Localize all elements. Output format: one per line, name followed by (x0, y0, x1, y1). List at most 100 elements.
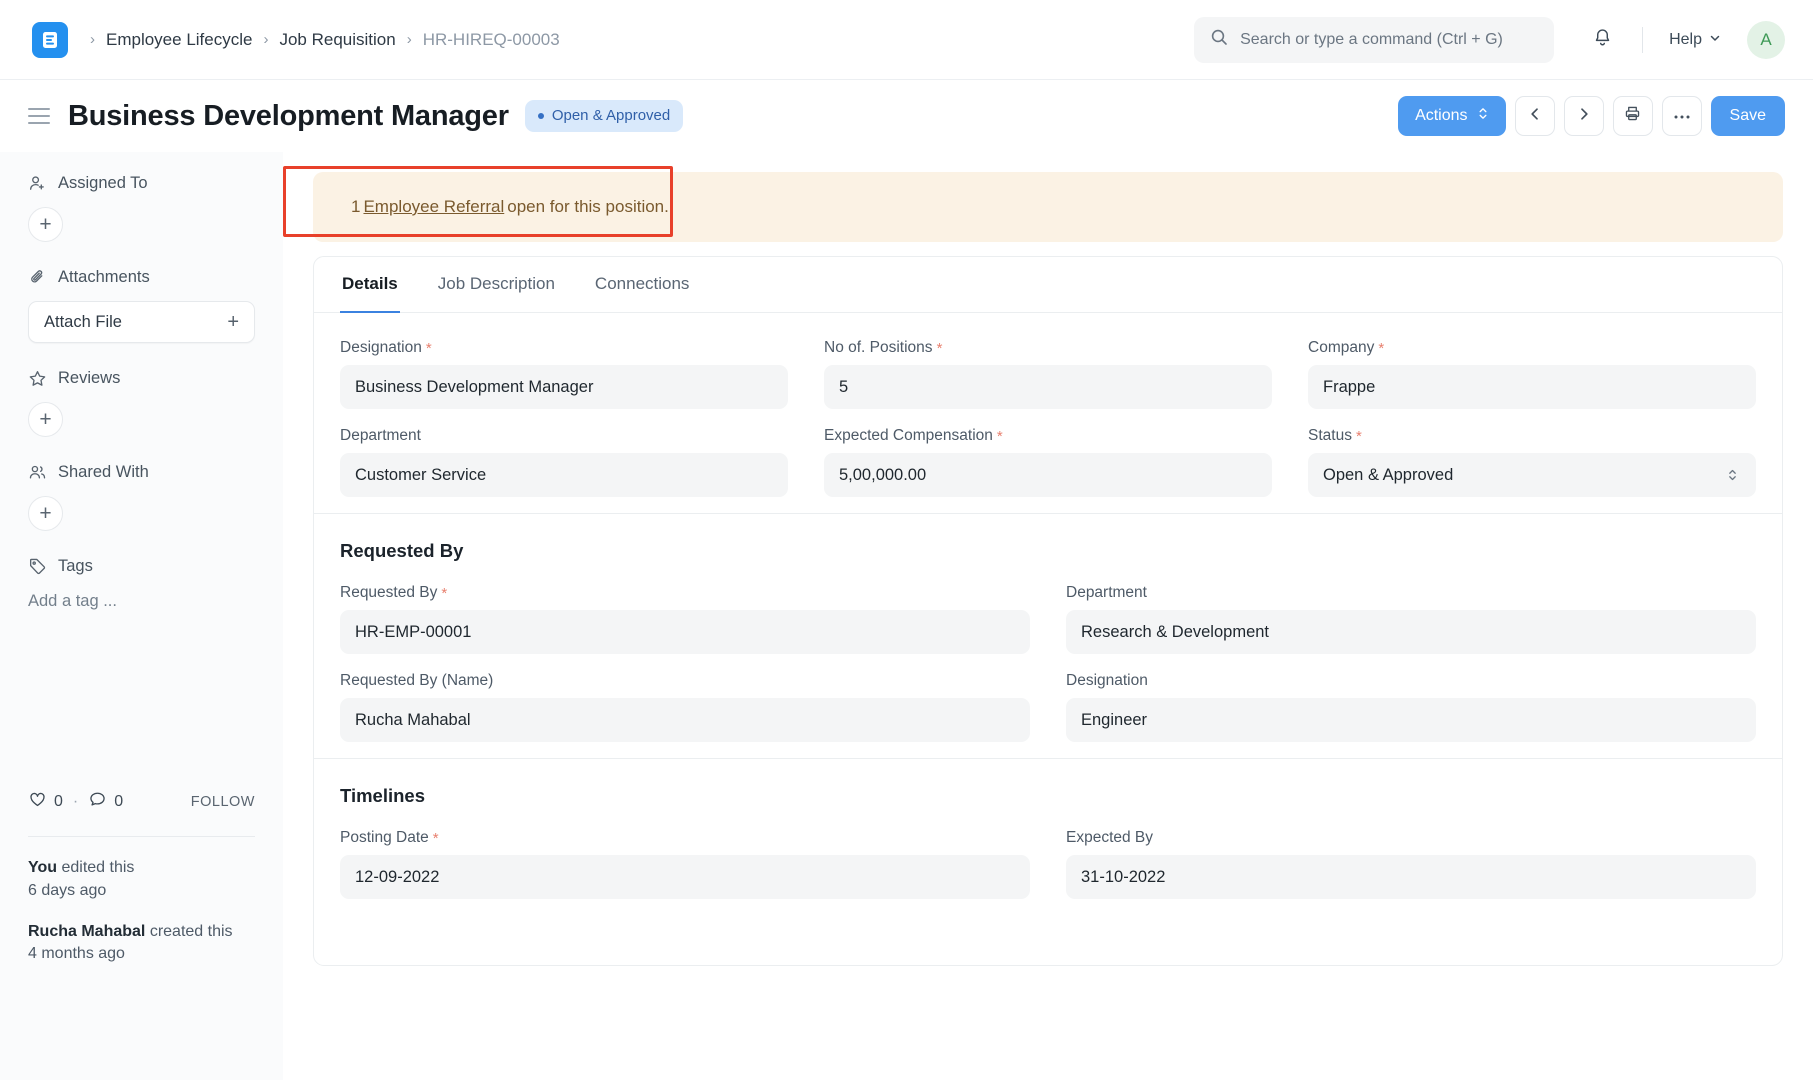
company-input[interactable]: Frappe (1308, 365, 1756, 409)
frappe-logo-icon[interactable] (32, 22, 68, 58)
form-tabs: Details Job Description Connections (314, 257, 1782, 313)
heart-icon[interactable] (28, 790, 47, 814)
plus-icon: + (227, 311, 239, 334)
alert-suffix: open for this position. (507, 197, 669, 217)
label-text: Designation (340, 339, 422, 357)
field-label: Expected By (1066, 829, 1756, 847)
details-grid: Designation * Business Development Manag… (340, 339, 1756, 497)
sidebar-toggle-icon[interactable] (28, 105, 54, 127)
timelines-grid: Posting Date * 12-09-2022 Expected By 31… (340, 829, 1756, 899)
sidebar-section-assigned-to: Assigned To + (28, 174, 255, 242)
avatar[interactable]: A (1747, 21, 1785, 59)
field-label: Expected Compensation * (824, 427, 1272, 445)
print-button[interactable] (1613, 96, 1653, 136)
help-dropdown[interactable]: Help (1661, 25, 1729, 55)
previous-document-button[interactable] (1515, 96, 1555, 136)
form-card: Details Job Description Connections Desi… (313, 256, 1783, 966)
engagement-separator: · (73, 793, 78, 811)
required-asterisk: * (426, 340, 432, 357)
expected-compensation-input[interactable]: 5,00,000.00 (824, 453, 1272, 497)
posting-date-input[interactable]: 12-09-2022 (340, 855, 1030, 899)
requested-by-department-input[interactable]: Research & Development (1066, 610, 1756, 654)
field-expected-compensation: Expected Compensation * 5,00,000.00 (824, 427, 1272, 497)
label-text: Expected By (1066, 829, 1153, 847)
expected-by-input[interactable]: 31-10-2022 (1066, 855, 1756, 899)
referral-alert: 1 Employee Referral open for this positi… (313, 172, 1783, 242)
navbar-divider (1642, 27, 1643, 53)
chevron-down-icon (1709, 31, 1721, 49)
required-asterisk: * (937, 340, 943, 357)
notifications-button[interactable] (1580, 18, 1624, 62)
tab-job-description[interactable]: Job Description (436, 257, 557, 313)
more-options-button[interactable] (1662, 96, 1702, 136)
sidebar-section-tags: Tags Add a tag ... (28, 557, 255, 611)
save-button[interactable]: Save (1711, 96, 1785, 136)
alert-count: 1 (351, 197, 360, 217)
field-label: Status * (1308, 427, 1756, 445)
breadcrumb-separator: › (407, 31, 412, 48)
add-assignment-button[interactable]: + (28, 207, 63, 242)
tab-details[interactable]: Details (340, 257, 400, 313)
sidebar: Assigned To + Attachments Attach File + (0, 152, 283, 1080)
tab-connections[interactable]: Connections (593, 257, 692, 313)
add-tag-input[interactable]: Add a tag ... (28, 590, 255, 611)
details-section: Designation * Business Development Manag… (314, 313, 1782, 513)
user-plus-icon (28, 174, 47, 193)
follow-button[interactable]: FOLLOW (191, 794, 255, 810)
label-text: Department (340, 427, 421, 445)
field-label: Department (340, 427, 788, 445)
comment-icon[interactable] (88, 790, 107, 814)
label-text: Designation (1066, 672, 1148, 690)
printer-icon (1624, 105, 1641, 127)
breadcrumb-current: HR-HIREQ-00003 (423, 30, 560, 50)
requested-by-name-input[interactable]: Rucha Mahabal (340, 698, 1030, 742)
main-content: 1 Employee Referral open for this positi… (283, 152, 1813, 1080)
actions-button[interactable]: Actions (1398, 96, 1505, 136)
plus-icon: + (39, 214, 51, 235)
field-status: Status * Open & Approved (1308, 427, 1756, 497)
add-share-button[interactable]: + (28, 496, 63, 531)
field-label: Requested By * (340, 584, 1030, 602)
assigned-to-header: Assigned To (28, 174, 255, 193)
requested-by-designation-input[interactable]: Engineer (1066, 698, 1756, 742)
field-label: Department (1066, 584, 1756, 602)
next-document-button[interactable] (1564, 96, 1604, 136)
chevron-updown-icon (1727, 468, 1738, 482)
activity-actor: You (28, 859, 57, 876)
activity-action: created this (150, 923, 233, 940)
search-input[interactable] (1240, 31, 1538, 49)
breadcrumb-item-employee-lifecycle[interactable]: Employee Lifecycle (106, 30, 252, 50)
required-asterisk: * (433, 830, 439, 847)
status-select-value: Open & Approved (1323, 466, 1453, 485)
attach-file-button[interactable]: Attach File + (28, 301, 255, 343)
requested-by-grid: Requested By * HR-EMP-00001 Department R… (340, 584, 1756, 742)
page-actions: Actions Save (1398, 96, 1785, 136)
search-box[interactable] (1194, 17, 1554, 63)
activity-time: 6 days ago (28, 880, 255, 903)
designation-input[interactable]: Business Development Manager (340, 365, 788, 409)
help-label: Help (1669, 31, 1702, 49)
reviews-label: Reviews (58, 369, 120, 388)
activity-time: 4 months ago (28, 943, 255, 966)
actions-label: Actions (1415, 107, 1467, 125)
attachments-label: Attachments (58, 268, 150, 287)
breadcrumb-separator: › (263, 31, 268, 48)
status-select[interactable]: Open & Approved (1308, 453, 1756, 497)
employee-referral-link[interactable]: Employee Referral (363, 197, 504, 217)
users-icon (28, 463, 47, 482)
timelines-title: Timelines (340, 785, 1756, 807)
requested-by-input[interactable]: HR-EMP-00001 (340, 610, 1030, 654)
shared-with-label: Shared With (58, 463, 149, 482)
department-input[interactable]: Customer Service (340, 453, 788, 497)
plus-icon: + (39, 503, 51, 524)
sidebar-section-attachments: Attachments Attach File + (28, 268, 255, 343)
status-badge[interactable]: Open & Approved (525, 100, 683, 132)
field-no-of-positions: No of. Positions * 5 (824, 339, 1272, 409)
breadcrumb-item-job-requisition[interactable]: Job Requisition (279, 30, 395, 50)
no-of-positions-input[interactable]: 5 (824, 365, 1272, 409)
activity-entry: Rucha Mahabal created this 4 months ago (28, 921, 255, 966)
label-text: Requested By (340, 584, 437, 602)
add-review-button[interactable]: + (28, 402, 63, 437)
paperclip-icon (28, 268, 47, 287)
label-text: Posting Date (340, 829, 429, 847)
